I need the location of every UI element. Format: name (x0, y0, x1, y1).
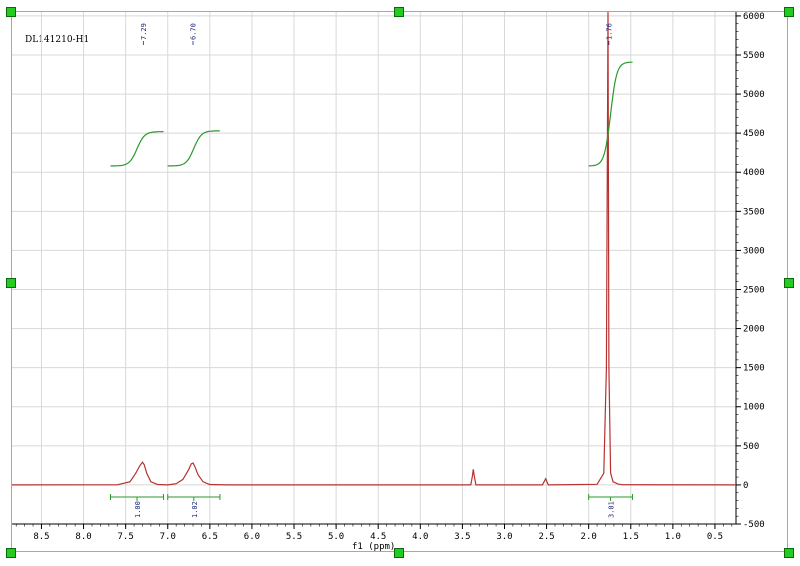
y-tick-label: 2500 (743, 285, 765, 295)
resize-handle-top-left[interactable] (6, 7, 16, 17)
x-tick-label: 8.5 (33, 532, 49, 542)
x-tick-label: 6.0 (244, 532, 260, 542)
x-tick-label: 0.5 (707, 532, 723, 542)
integral-curve (110, 131, 164, 167)
x-tick-label: 3.0 (496, 532, 512, 542)
x-tick-label: 2.5 (538, 532, 554, 542)
resize-handle-bottom-left[interactable] (6, 548, 16, 558)
x-tick-label: 5.5 (286, 532, 302, 542)
x-tick-label: 8.0 (75, 532, 91, 542)
y-tick-label: 2000 (743, 325, 765, 335)
y-tick-label: 6000 (743, 12, 765, 22)
y-tick-label: 4000 (743, 168, 765, 178)
y-tick-label: 1000 (743, 403, 765, 413)
resize-handle-middle-right[interactable] (784, 278, 794, 288)
integral-value: 3.01 (608, 501, 616, 518)
y-tick-label: 5000 (743, 90, 765, 100)
resize-handle-top-right[interactable] (784, 7, 794, 17)
integral-value: 1.00 (134, 501, 142, 518)
peak-label: 1.76 (605, 23, 613, 40)
x-tick-label: 2.0 (581, 532, 597, 542)
x-tick-label: 1.5 (623, 532, 639, 542)
x-tick-label: 4.5 (370, 532, 386, 542)
x-tick-label: 3.5 (454, 532, 470, 542)
x-tick-label: 7.0 (160, 532, 176, 542)
y-tick-label: -500 (743, 520, 765, 530)
resize-handle-bottom-right[interactable] (784, 548, 794, 558)
y-tick-label: 1500 (743, 364, 765, 374)
y-tick-label: 500 (743, 442, 759, 452)
integral-curve (167, 130, 220, 167)
x-tick-label: 1.0 (665, 532, 681, 542)
peak-label: 6.70 (190, 23, 198, 40)
nmr-spectrum-chart[interactable]: 8.5 8.0 7.5 7.0 6.5 6.0 5.5 5.0 4.5 4.0 3.5 3.0 2.5 2… (0, 0, 800, 566)
y-tick-label: 3000 (743, 246, 765, 256)
x-axis-title: f1 (ppm) (352, 542, 396, 552)
resize-handle-top-center[interactable] (394, 7, 404, 17)
x-tick-label: 4.0 (412, 532, 428, 542)
integral-curve (588, 61, 633, 167)
spectrum-line (11, 11, 737, 486)
y-tick-label: 5500 (743, 51, 765, 61)
x-tick-label: 5.0 (328, 532, 344, 542)
x-tick-label: 7.5 (118, 532, 134, 542)
y-tick-label: 4500 (743, 129, 765, 139)
y-tick-label: 0 (743, 481, 748, 491)
peak-label: 7.29 (140, 23, 148, 40)
resize-handle-bottom-center[interactable] (394, 548, 404, 558)
y-tick-label: 3500 (743, 207, 765, 217)
integral-value: 1.02 (191, 501, 199, 518)
x-tick-label: 6.5 (202, 532, 218, 542)
resize-handle-middle-left[interactable] (6, 278, 16, 288)
